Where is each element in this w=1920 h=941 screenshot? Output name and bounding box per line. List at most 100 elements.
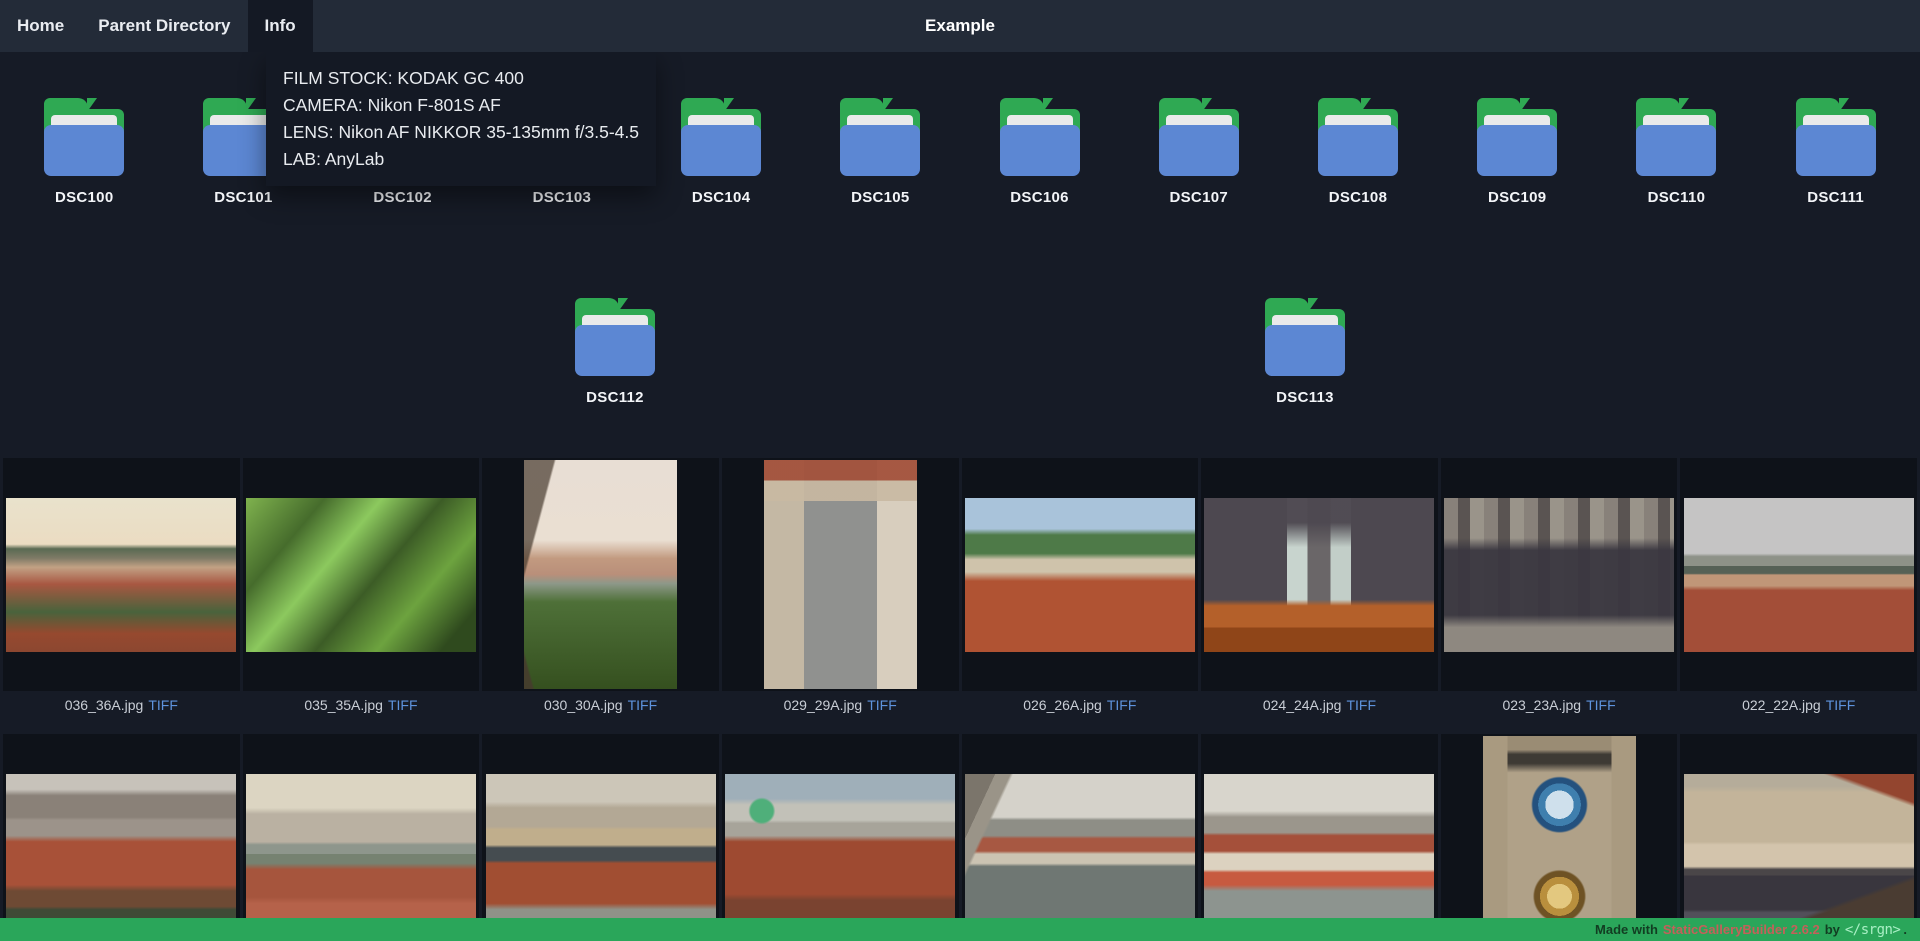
photo-thumbnail-riverfront-buildings-bridge[interactable] <box>486 774 716 928</box>
folder-label: DSC109 <box>1488 189 1547 206</box>
photo-cell-029_29A: 029_29A.jpgTIFF <box>722 458 959 734</box>
photo-thumbnail-red-rooftops-green-dome[interactable] <box>725 774 955 928</box>
photo-filename: 023_23A.jpg <box>1502 697 1581 713</box>
folder-label: DSC105 <box>851 189 910 206</box>
footer-by-text: by <box>1825 922 1840 937</box>
tiff-link[interactable]: TIFF <box>148 697 178 713</box>
photo-thumbnail-tyn-church-night[interactable] <box>1204 498 1434 652</box>
folder-icon-front <box>575 325 655 376</box>
folder-label: DSC102 <box>373 189 432 206</box>
nav-item-home[interactable]: Home <box>0 0 81 52</box>
photo-cell-030_30A: 030_30A.jpgTIFF <box>482 458 719 734</box>
photo-thumbnail-old-town-square-crowd[interactable] <box>1684 774 1914 928</box>
photo-caption: 026_26A.jpg TIFF <box>962 691 1199 734</box>
folder-icon-front <box>840 125 920 176</box>
folder-icon-front <box>1159 125 1239 176</box>
tooltip-line: LENS: Nikon AF NIKKOR 35-135mm f/3.5-4.5 <box>283 119 639 146</box>
photo-thumbnail-castle-across-river-boat[interactable] <box>1204 774 1434 928</box>
folder-icon <box>1791 98 1881 176</box>
folder-dsc107[interactable]: DSC107 <box>1124 98 1274 206</box>
photo-cell-misty-city-river-bridge <box>243 734 480 941</box>
photo-thumbnail-red-roofs-green-hill[interactable] <box>965 498 1195 652</box>
photo-cell-riverfront-buildings-bridge <box>482 734 719 941</box>
folder-dsc113[interactable]: DSC113 <box>1230 298 1380 406</box>
folder-label: DSC107 <box>1170 189 1229 206</box>
footer-period: . <box>1903 922 1907 937</box>
tiff-link[interactable]: TIFF <box>1586 697 1616 713</box>
photo-filename: 036_36A.jpg <box>65 697 144 713</box>
folder-icon <box>1260 298 1350 376</box>
folder-icon <box>39 98 129 176</box>
footer-bar: Made with StaticGalleryBuilder 2.6.2 by … <box>0 918 1920 941</box>
nav-item-info[interactable]: Info <box>248 0 313 52</box>
folder-icon <box>1154 98 1244 176</box>
folder-icon-front <box>1265 325 1345 376</box>
photo-thumbnail-charles-bridge-statue-river[interactable] <box>965 774 1195 928</box>
folder-dsc111[interactable]: DSC111 <box>1761 98 1911 206</box>
photo-cell-035_35A: 035_35A.jpg TIFF <box>243 458 480 734</box>
folder-label: DSC112 <box>586 389 644 406</box>
photo-thumbnail-hillside-view-bare-trees[interactable] <box>524 460 677 689</box>
thumbnail-box <box>482 458 719 691</box>
folder-dsc105[interactable]: DSC105 <box>805 98 955 206</box>
photo-caption: 029_29A.jpgTIFF <box>722 691 959 734</box>
info-tooltip: FILM STOCK: KODAK GC 400CAMERA: Nikon F-… <box>266 52 656 186</box>
photo-thumbnail-green-foliage[interactable] <box>246 498 476 652</box>
photo-cell-old-town-square-crowd <box>1680 734 1917 941</box>
photo-filename: 024_24A.jpg <box>1263 697 1342 713</box>
folder-dsc109[interactable]: DSC109 <box>1442 98 1592 206</box>
tiff-link[interactable]: TIFF <box>628 697 658 713</box>
folder-label: DSC110 <box>1648 189 1706 206</box>
tooltip-line: CAMERA: Nikon F-801S AF <box>283 92 639 119</box>
photo-cell-026_26A: 026_26A.jpg TIFF <box>962 458 1199 734</box>
folder-dsc112[interactable]: DSC112 <box>540 298 690 406</box>
photo-cell-castle-hill-panorama <box>3 734 240 941</box>
photo-cell-charles-bridge-statue-river <box>962 734 1199 941</box>
tiff-link[interactable]: TIFF <box>1346 697 1376 713</box>
photo-filename: 026_26A.jpg <box>1023 697 1102 713</box>
folder-icon-front <box>1796 125 1876 176</box>
folder-dsc100[interactable]: DSC100 <box>9 98 159 206</box>
footer-made-with-text: Made with <box>1595 922 1658 937</box>
top-navbar: HomeParent DirectoryInfo Example <box>0 0 1920 52</box>
photo-cell-022_22A: 022_22A.jpg TIFF <box>1680 458 1917 734</box>
tiff-link[interactable]: TIFF <box>1826 697 1856 713</box>
folder-label: DSC106 <box>1010 189 1069 206</box>
thumbnail-box <box>1680 458 1917 691</box>
folder-icon-front <box>1318 125 1398 176</box>
tiff-link[interactable]: TIFF <box>388 697 418 713</box>
footer-srgn-logo[interactable]: </srgn> <box>1845 922 1901 938</box>
photo-grid: 036_36A.jpgTIFF035_35A.jpgTIFF030_30A.jp… <box>0 452 1920 941</box>
folder-icon-front <box>681 125 761 176</box>
photo-cell-red-rooftops-green-dome <box>722 734 959 941</box>
photo-thumbnail-castle-skyline-red-roofs[interactable] <box>1684 498 1914 652</box>
photo-thumbnail-city-panorama-church-spire[interactable] <box>6 498 236 652</box>
photo-thumbnail-misty-city-river-bridge[interactable] <box>246 774 476 928</box>
photo-filename: 035_35A.jpg <box>304 697 383 713</box>
thumbnail-box <box>1441 458 1678 691</box>
photo-caption: 024_24A.jpgTIFF <box>1201 691 1438 734</box>
photo-cell-024_24A: 024_24A.jpgTIFF <box>1201 458 1438 734</box>
photo-cell-023_23A: 023_23A.jpg TIFF <box>1441 458 1678 734</box>
tiff-link[interactable]: TIFF <box>1107 697 1137 713</box>
folder-label: DSC104 <box>692 189 751 206</box>
thumbnail-box <box>962 734 1199 941</box>
footer-builder-link[interactable]: StaticGalleryBuilder 2.6.2 <box>1663 922 1820 937</box>
folder-icon-front <box>44 125 124 176</box>
folder-label: DSC101 <box>214 189 273 206</box>
photo-thumbnail-castle-hill-panorama[interactable] <box>6 774 236 928</box>
thumbnail-box <box>1441 734 1678 941</box>
folder-dsc104[interactable]: DSC104 <box>646 98 796 206</box>
photo-caption: 035_35A.jpg TIFF <box>243 691 480 734</box>
photo-thumbnail-astronomical-clock-tower[interactable] <box>1483 736 1636 941</box>
tiff-link[interactable]: TIFF <box>867 697 897 713</box>
folder-dsc110[interactable]: DSC110 <box>1601 98 1751 206</box>
folder-dsc108[interactable]: DSC108 <box>1283 98 1433 206</box>
folder-dsc106[interactable]: DSC106 <box>965 98 1115 206</box>
photo-caption: 030_30A.jpgTIFF <box>482 691 719 734</box>
photo-filename: 022_22A.jpg <box>1742 697 1821 713</box>
photo-thumbnail-square-from-above[interactable] <box>764 460 917 689</box>
photo-thumbnail-crowd-on-bridge[interactable] <box>1444 498 1674 652</box>
nav-item-parent-directory[interactable]: Parent Directory <box>81 0 247 52</box>
page-title: Example <box>925 0 995 52</box>
